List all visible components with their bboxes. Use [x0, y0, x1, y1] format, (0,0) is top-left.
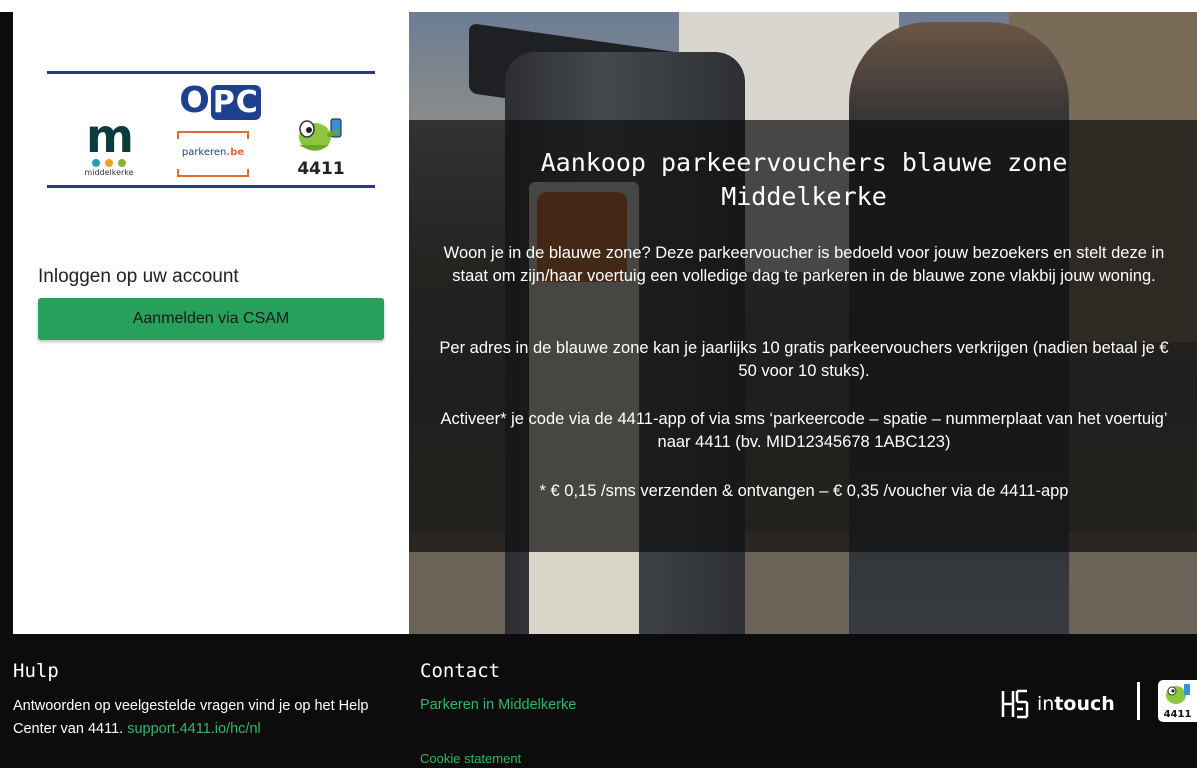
help-center-link[interactable]: support.4411.io/hc/nl: [127, 721, 261, 737]
hero-title: Aankoop parkeervouchers blauwe zone Midd…: [540, 148, 1068, 211]
contact-heading: Contact: [420, 660, 501, 682]
logo-divider-top: [47, 71, 375, 74]
help-text: Antwoorden op veelgestelde vragen vind j…: [13, 695, 408, 741]
4411-badge: 4411: [1158, 680, 1197, 722]
intouch-maze-icon: [1001, 689, 1029, 719]
cookie-statement-link[interactable]: Cookie statement: [420, 751, 521, 766]
intouch-logo: intouch: [1001, 687, 1125, 721]
middelkerke-logo: m middelkerke: [84, 109, 134, 177]
footer: Hulp Antwoorden op veelgestelde vragen v…: [0, 634, 1197, 768]
hero-paragraph-4: * € 0,15 /sms verzenden & ontvangen – € …: [539, 482, 1069, 500]
hero-banner: Aankoop parkeervouchers blauwe zone Midd…: [409, 12, 1197, 634]
top-strip: [0, 0, 1197, 12]
footer-logo-divider: [1137, 682, 1140, 720]
parkeren-middelkerke-link[interactable]: Parkeren in Middelkerke: [420, 697, 576, 713]
4411-mascot-logo: 4411: [285, 115, 357, 181]
login-title: Inloggen op uw account: [38, 266, 239, 287]
hero-paragraph-1: Woon je in de blauwe zone? Deze parkeerv…: [443, 244, 1165, 285]
opc-logo: OPC: [179, 80, 261, 121]
logo-divider-bottom: [47, 185, 375, 188]
login-panel: OPC m middelkerke parkeren.be 4411 Inlog…: [13, 12, 409, 634]
parkeren-be-logo: parkeren.be: [177, 131, 249, 177]
hero-paragraph-3: Activeer* je code via de 4411-app of via…: [440, 410, 1168, 451]
hero-paragraph-2: Per adres in de blauwe zone kan je jaarl…: [439, 339, 1169, 380]
partner-logos: OPC m middelkerke parkeren.be 4411: [47, 71, 375, 189]
lizard-badge-icon: [1166, 684, 1190, 704]
csam-login-button[interactable]: Aanmelden via CSAM: [38, 298, 384, 340]
help-heading: Hulp: [13, 660, 59, 682]
lizard-icon: [299, 118, 342, 151]
